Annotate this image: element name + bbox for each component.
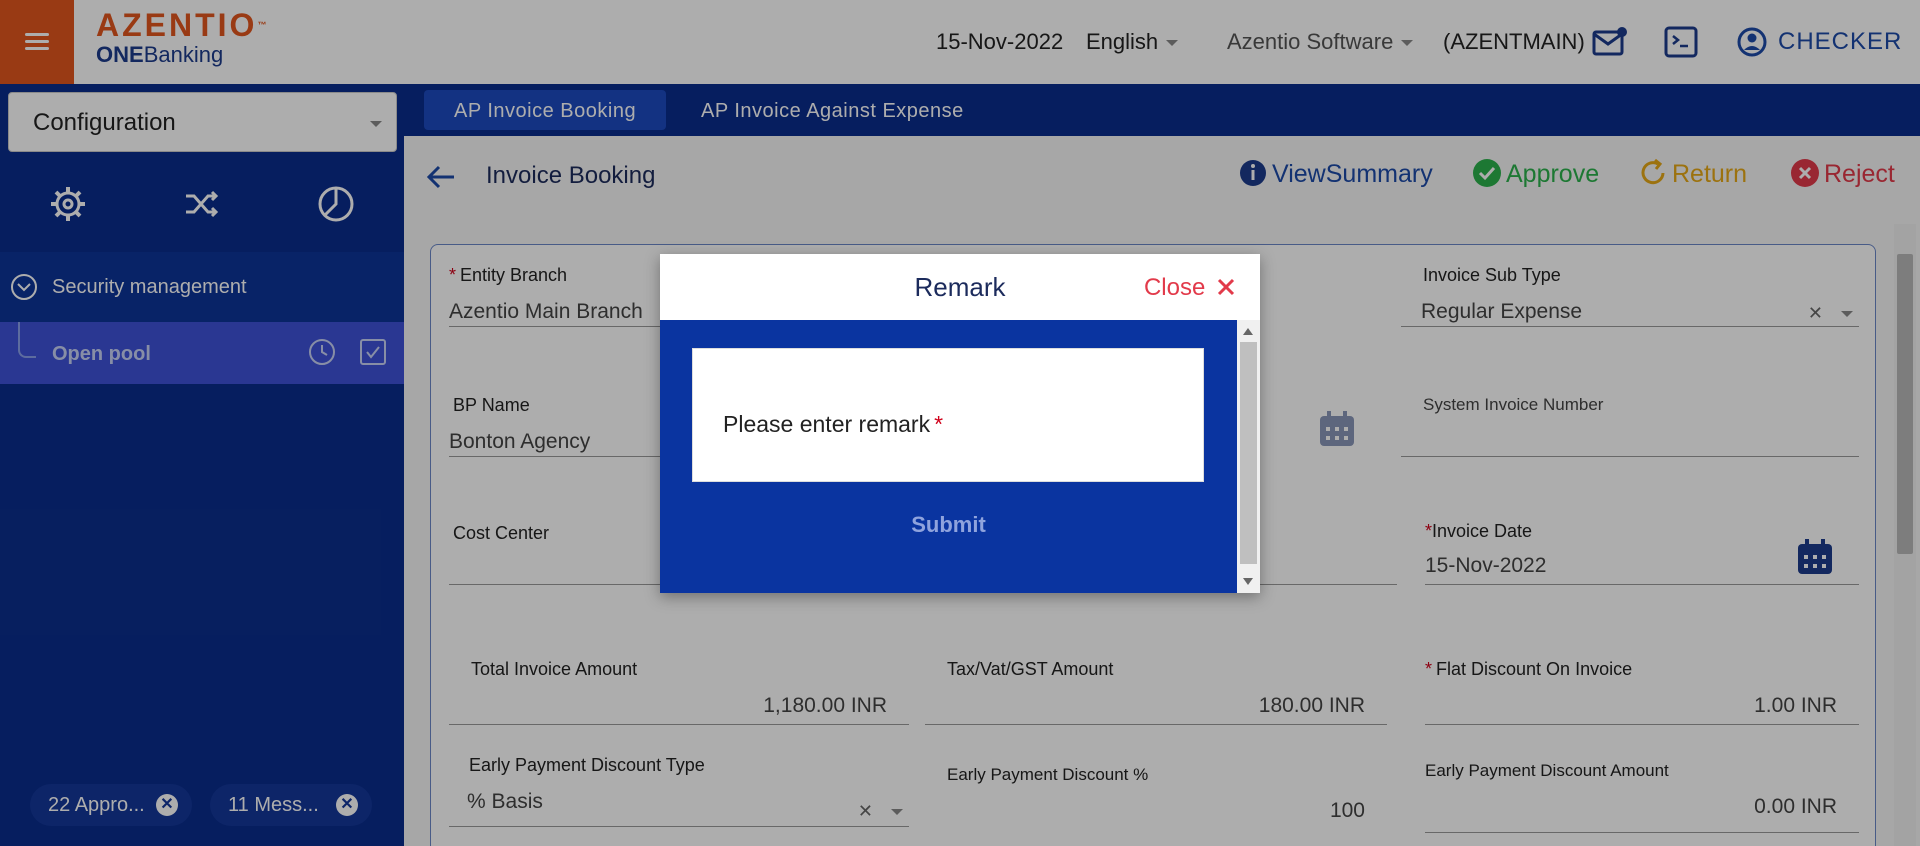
remark-placeholder: Please enter remark * [723,411,944,437]
dialog-body: Please enter remark * Submit [660,320,1237,593]
remark-input[interactable]: Please enter remark * [692,348,1204,482]
dialog-header: Remark Close [660,254,1260,320]
close-button[interactable]: Close [1144,274,1236,302]
remark-dialog: Remark Close Please enter remark * Submit [660,254,1260,593]
scroll-down-icon[interactable] [1243,578,1253,585]
close-icon [1217,278,1235,295]
submit-button[interactable]: Submit [660,512,1237,538]
scroll-up-icon[interactable] [1243,328,1253,335]
dialog-scrollbar[interactable] [1237,320,1260,593]
scrollbar-thumb[interactable] [1240,342,1257,564]
